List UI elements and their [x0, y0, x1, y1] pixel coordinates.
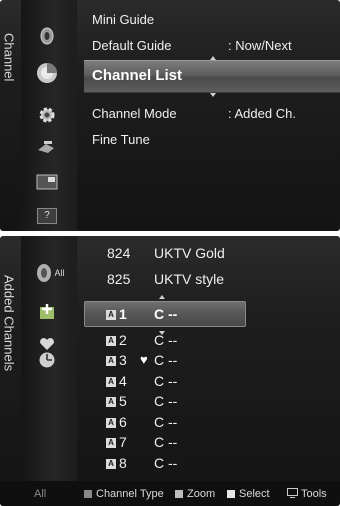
- channel-icon[interactable]: [35, 61, 59, 85]
- channel-row[interactable]: A1 C --: [0, 306, 340, 327]
- channel-number: 1: [119, 306, 127, 322]
- channel-type-badge-icon: A: [106, 459, 116, 469]
- channel-row[interactable]: A2 C --: [0, 332, 340, 353]
- footer-select[interactable]: Select: [227, 488, 270, 500]
- menu-item-mini-guide[interactable]: Mini Guide: [92, 12, 154, 27]
- channel-number: 3: [119, 352, 127, 368]
- channel-type-badge-icon: A: [106, 438, 116, 448]
- menu-item-channel-list[interactable]: Channel List: [84, 60, 340, 93]
- footer-channel-type[interactable]: Channel Type: [84, 488, 164, 500]
- added-channels-panel: Added Channels All 824 UKTV Gold 825 UKTV s…: [0, 236, 340, 506]
- channel-number: 824: [107, 245, 131, 261]
- channel-row[interactable]: 825 UKTV style: [0, 271, 340, 292]
- channel-name: C --: [154, 414, 178, 430]
- channel-name: C --: [154, 306, 178, 322]
- channel-number: 825: [107, 271, 131, 287]
- menu-item-default-guide[interactable]: Default Guide: [92, 38, 172, 53]
- channel-menu-panel: Channel ? Mini Guide Default Guide : Now…: [0, 0, 340, 231]
- channel-number: 8: [119, 455, 127, 471]
- channel-row[interactable]: A8 C --: [0, 455, 340, 476]
- channel-row[interactable]: A6 C --: [0, 414, 340, 435]
- menu-item-channel-mode[interactable]: Channel Mode: [92, 106, 177, 121]
- channel-row[interactable]: A 3 ♥ C --: [0, 352, 340, 373]
- channel-side-label: Channel: [1, 33, 17, 82]
- footer-tools[interactable]: Tools: [287, 488, 327, 500]
- select-button-icon: [227, 490, 235, 498]
- channel-name: C --: [154, 332, 178, 348]
- channel-number: 7: [119, 434, 127, 450]
- channel-name: UKTV style: [154, 271, 225, 287]
- channel-number: 6: [119, 414, 127, 430]
- channel-type-badge-icon: A: [106, 336, 116, 346]
- picture-in-picture-icon[interactable]: [35, 170, 59, 194]
- channel-name: C --: [154, 373, 178, 389]
- channel-number: 5: [119, 393, 127, 409]
- channel-name: C --: [154, 393, 178, 409]
- zoom-button-icon: [175, 490, 183, 498]
- channel-row[interactable]: A4 C --: [0, 373, 340, 394]
- satellite-icon[interactable]: [35, 135, 59, 159]
- menu-item-fine-tune[interactable]: Fine Tune: [92, 132, 150, 147]
- list-scroll-down-arrow-icon: [159, 331, 165, 335]
- channel-row[interactable]: A5 C --: [0, 393, 340, 414]
- channel-number: 4: [119, 373, 127, 389]
- footer-zoom[interactable]: Zoom: [175, 488, 215, 500]
- channel-list-label: Channel List: [92, 67, 183, 84]
- footer-all-label: All: [34, 488, 47, 500]
- channel-number: 2: [119, 332, 127, 348]
- button-guide-footer: All Channel Type Zoom Select Tools: [0, 481, 340, 506]
- channel-name: UKTV Gold: [154, 245, 225, 261]
- channel-mode-value: : Added Ch.: [228, 106, 296, 121]
- channel-name: C --: [154, 434, 178, 450]
- channel-type-badge-icon: A: [106, 397, 116, 407]
- input-icon[interactable]: [35, 24, 59, 48]
- tools-icon: [287, 488, 298, 498]
- favorite-heart-icon: ♥: [140, 352, 148, 367]
- channel-type-button-icon: [84, 490, 92, 498]
- channel-row[interactable]: 824 UKTV Gold: [0, 245, 340, 266]
- scroll-down-arrow-icon: [210, 93, 216, 97]
- channel-type-badge-icon: A: [106, 356, 116, 366]
- channel-type-badge-icon: A: [106, 377, 116, 387]
- list-scroll-up-arrow-icon: [159, 295, 165, 299]
- channel-name: C --: [154, 352, 178, 368]
- channel-name: C --: [154, 455, 178, 471]
- settings-gear-icon[interactable]: [35, 103, 59, 127]
- help-icon[interactable]: ?: [35, 204, 59, 228]
- channel-type-badge-icon: A: [106, 418, 116, 428]
- menu-icon-column: ?: [21, 0, 77, 231]
- channel-type-badge-icon: A: [106, 310, 116, 320]
- channel-row[interactable]: A7 C --: [0, 434, 340, 455]
- default-guide-value: : Now/Next: [228, 38, 292, 53]
